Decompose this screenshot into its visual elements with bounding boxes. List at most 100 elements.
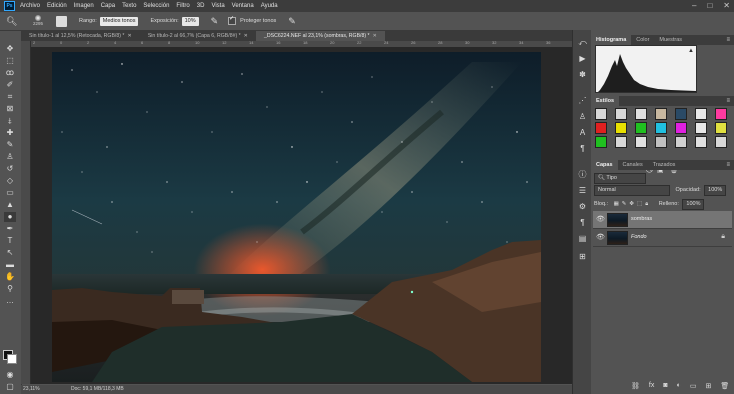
menu-ventana[interactable]: Ventana <box>232 3 254 9</box>
photoshop-logo-icon[interactable]: Ps <box>4 1 15 11</box>
glyphs-icon[interactable]: ▤ <box>577 234 588 244</box>
panel-menu-icon[interactable]: ≡ <box>726 96 730 106</box>
document-size[interactable]: Doc: 59,1 MB/118,3 MB <box>71 386 124 392</box>
background-color-swatch[interactable] <box>7 354 17 364</box>
brush-preset-picker[interactable]: 2295 <box>30 14 46 28</box>
history-icon[interactable]: ⤺ <box>577 38 588 48</box>
pressure-size-icon[interactable]: ✎ <box>288 16 296 27</box>
tab-muestras[interactable]: Muestras <box>654 35 687 45</box>
blur-tool-icon[interactable]: ▲ <box>4 200 16 210</box>
move-tool-icon[interactable]: ✥ <box>4 44 16 54</box>
actions-icon[interactable]: ▶ <box>577 54 588 64</box>
layer-row-fondo[interactable]: 👁︎ Fondo 🔒︎ <box>593 229 732 247</box>
screen-mode-icon[interactable]: ▢ <box>4 382 16 392</box>
menu-imagen[interactable]: Imagen <box>74 3 94 9</box>
close-icon[interactable]: ✕ <box>373 33 377 39</box>
protect-tones-checkbox[interactable] <box>228 15 237 25</box>
character-icon[interactable]: A <box>577 128 588 138</box>
libraries-icon[interactable]: ⊞ <box>577 252 588 262</box>
tool-preset-picker-icon[interactable]: 🔍︎ <box>6 15 20 27</box>
layer-kind-filter[interactable]: 🔍︎ Tipo <box>594 173 646 184</box>
style-swatch[interactable] <box>655 122 667 134</box>
brush-settings-panel-icon[interactable]: ✽ <box>577 70 588 80</box>
rectangle-tool-icon[interactable]: ▬ <box>4 260 16 270</box>
type-tool-icon[interactable]: T <box>4 236 16 246</box>
panel-menu-icon[interactable]: ≡ <box>726 35 730 45</box>
tab-estilos[interactable]: Estilos <box>591 96 620 106</box>
tab-histograma[interactable]: Histograma <box>591 35 632 45</box>
style-swatch[interactable] <box>715 136 727 148</box>
blend-mode-select[interactable]: Normal <box>594 185 670 196</box>
layer-row-sombras[interactable]: 👁︎ sombras <box>593 211 732 229</box>
more-tools-icon[interactable]: … <box>4 296 16 306</box>
menu-vista[interactable]: Vista <box>211 3 224 9</box>
crop-tool-icon[interactable]: ⌗ <box>4 92 16 102</box>
link-layers-icon[interactable]: ⛓ <box>631 382 640 390</box>
clone-stamp-tool-icon[interactable]: ♙ <box>4 152 16 162</box>
style-swatch[interactable] <box>635 122 647 134</box>
paragraph-styles-icon[interactable]: ¶ <box>577 218 588 228</box>
style-swatch[interactable] <box>615 136 627 148</box>
marquee-tool-icon[interactable]: ⬚ <box>4 56 16 66</box>
panel-menu-icon[interactable]: ≡ <box>726 160 730 170</box>
style-swatch[interactable] <box>615 122 627 134</box>
style-swatch[interactable] <box>715 122 727 134</box>
tab-capas[interactable]: Capas <box>591 160 618 170</box>
zoom-tool-icon[interactable]: ⚲ <box>4 284 16 294</box>
style-swatch[interactable] <box>695 108 707 120</box>
style-swatch[interactable] <box>595 108 607 120</box>
frame-tool-icon[interactable]: ⊠ <box>4 104 16 114</box>
adjustments-icon[interactable]: ⚙ <box>577 202 588 212</box>
style-swatch[interactable] <box>595 122 607 134</box>
quick-mask-icon[interactable]: ◉ <box>4 370 16 380</box>
style-swatch[interactable] <box>655 108 667 120</box>
lock-options-icon[interactable]: ▦✎✥⬚🔒︎ <box>614 201 652 207</box>
eyedropper-tool-icon[interactable]: ⤈ <box>4 116 16 126</box>
fill-input[interactable]: 100% <box>682 199 705 210</box>
close-icon[interactable]: ✕ <box>244 33 248 39</box>
paragraph-icon[interactable]: ¶ <box>577 144 588 154</box>
style-swatch[interactable] <box>635 108 647 120</box>
adjustment-layer-icon[interactable]: ◐ <box>677 382 681 390</box>
zoom-level[interactable]: 23,11% <box>23 386 40 392</box>
style-swatch[interactable] <box>635 136 647 148</box>
style-swatch[interactable] <box>675 136 687 148</box>
lasso-tool-icon[interactable]: ꝏ <box>4 68 16 78</box>
new-group-icon[interactable]: ▭ <box>690 382 697 390</box>
tab-document-1[interactable]: Sin título-1 al 12,5% (Retocada, RGB/8) … <box>21 31 140 41</box>
tab-color[interactable]: Color <box>631 35 654 45</box>
brush-settings-icon[interactable] <box>56 15 67 27</box>
history-brush-tool-icon[interactable]: ↺ <box>4 164 16 174</box>
burn-tool-icon[interactable]: ● <box>4 212 16 222</box>
eraser-tool-icon[interactable]: ◇ <box>4 176 16 186</box>
cache-warning-icon[interactable]: ▲ <box>688 48 694 54</box>
menu-seleccion[interactable]: Selección <box>143 3 169 9</box>
new-layer-icon[interactable]: ⊞ <box>705 382 711 390</box>
menu-3d[interactable]: 3D <box>197 3 205 9</box>
visibility-eye-icon[interactable]: 👁︎ <box>596 215 605 223</box>
gradient-tool-icon[interactable]: ▭ <box>4 188 16 198</box>
style-swatch[interactable] <box>675 122 687 134</box>
tab-trazados[interactable]: Trazados <box>648 160 681 170</box>
style-swatch[interactable] <box>715 108 727 120</box>
opacity-input[interactable]: 100% <box>704 185 727 196</box>
brushes-icon[interactable]: ⋰ <box>577 96 588 106</box>
style-swatch[interactable] <box>615 108 627 120</box>
menu-filtro[interactable]: Filtro <box>176 3 189 9</box>
close-icon[interactable]: ✕ <box>127 33 131 39</box>
style-swatch[interactable] <box>655 136 667 148</box>
style-swatch[interactable] <box>595 136 607 148</box>
night-sky-photo[interactable] <box>52 52 541 382</box>
airbrush-icon[interactable]: ✎ <box>211 16 219 27</box>
menu-edicion[interactable]: Edición <box>47 3 67 9</box>
minimize-icon[interactable]: – <box>692 1 696 11</box>
delete-layer-icon[interactable]: 🗑︎ <box>720 382 729 390</box>
info-icon[interactable]: ⓘ <box>577 170 588 180</box>
vertical-ruler[interactable] <box>21 41 31 384</box>
hand-tool-icon[interactable]: ✋ <box>4 272 16 282</box>
style-swatch[interactable] <box>695 122 707 134</box>
clone-source-icon[interactable]: ♙ <box>577 112 588 122</box>
add-mask-icon[interactable]: ◙ <box>663 382 667 390</box>
range-select[interactable]: Medios tonos <box>99 16 139 26</box>
menu-ayuda[interactable]: Ayuda <box>261 3 278 9</box>
